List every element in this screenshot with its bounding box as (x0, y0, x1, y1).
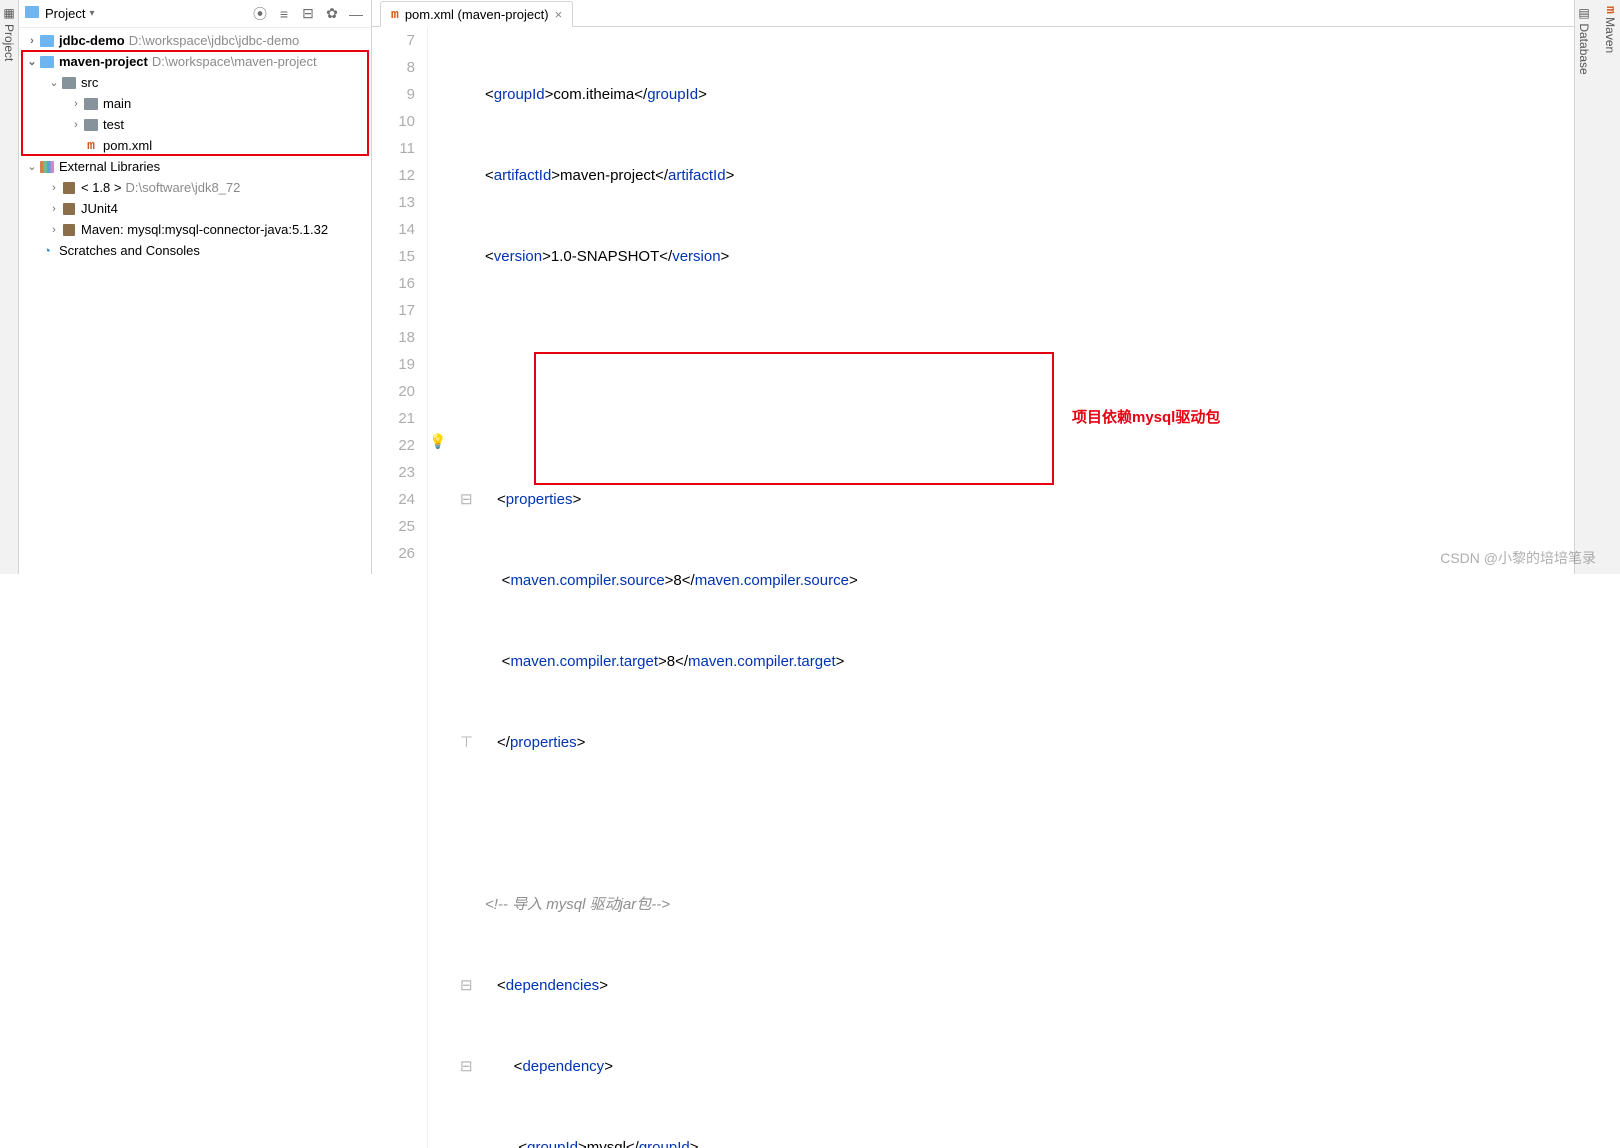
library-icon (61, 222, 77, 238)
module-icon (39, 33, 55, 49)
chevron-right-icon[interactable]: › (47, 224, 61, 236)
code-line: <!-- 导入 mysql 驱动jar包--> (460, 891, 1620, 918)
sidebar-title[interactable]: Project ▾ (45, 6, 95, 21)
hide-icon[interactable]: — (347, 5, 365, 23)
tree-node-maven-lib[interactable]: › Maven: mysql:mysql-connector-java:5.1.… (19, 219, 371, 240)
library-icon (61, 201, 77, 217)
code-line: ⊟ <properties> (460, 486, 1620, 513)
file-tab-pom[interactable]: m pom.xml (maven-project) × (380, 1, 573, 27)
code-line: <artifactId>maven-project</artifactId> (460, 162, 1620, 189)
close-tab-icon[interactable]: × (555, 7, 563, 22)
maven-file-icon: m (391, 7, 399, 22)
node-label: maven-project (59, 54, 148, 69)
project-sidebar: Project ▾ ⦿ ≡ ⊟ ✿ — › jdbc-demo D:\works… (19, 0, 372, 574)
chevron-down-icon[interactable]: ⌄ (25, 160, 39, 173)
intention-bulb-icon[interactable]: 💡 (429, 433, 446, 450)
expand-all-icon[interactable]: ≡ (275, 5, 293, 23)
folder-icon (61, 75, 77, 91)
tab-label: pom.xml (maven-project) (405, 7, 549, 22)
maven-icon: m (1603, 6, 1618, 14)
sidebar-header: Project ▾ ⦿ ≡ ⊟ ✿ — (19, 0, 371, 28)
node-label: JUnit4 (81, 201, 118, 216)
tree-node-jdbc-demo[interactable]: › jdbc-demo D:\workspace\jdbc\jdbc-demo (19, 30, 371, 51)
code-line: ⊟ <dependencies> (460, 972, 1620, 999)
project-tree: › jdbc-demo D:\workspace\jdbc\jdbc-demo … (19, 28, 371, 574)
code-line (460, 405, 1620, 432)
code-line (460, 324, 1620, 351)
library-icon (61, 180, 77, 196)
project-tool-icon: ▦ (2, 6, 16, 20)
editor-tabs: m pom.xml (maven-project) × (372, 0, 1620, 27)
node-label: main (103, 96, 131, 111)
right-tool-tabs: ▤ Database m Maven (1574, 0, 1620, 574)
node-label: src (81, 75, 98, 90)
node-path: D:\software\jdk8_72 (125, 180, 240, 195)
code-line (460, 810, 1620, 837)
node-label: jdbc-demo (59, 33, 125, 48)
scratch-icon: ◔ (39, 243, 55, 259)
project-dropdown-icon[interactable] (25, 6, 39, 21)
left-tool-tab-project[interactable]: ▦ Project (0, 0, 19, 574)
annotation-text: 项目依赖mysql驱动包 (1072, 404, 1220, 431)
editor-body[interactable]: 7891011121314151617181920212223242526 💡 … (372, 27, 1620, 1148)
chevron-right-icon[interactable]: › (47, 182, 61, 194)
code-line: <groupId>mysql</groupId> (460, 1134, 1620, 1148)
chevron-down-icon[interactable]: ⌄ (47, 76, 61, 89)
node-path: D:\workspace\maven-project (152, 54, 317, 69)
code-line: <maven.compiler.target>8</maven.compiler… (460, 648, 1620, 675)
tree-node-junit[interactable]: › JUnit4 (19, 198, 371, 219)
code-line: <maven.compiler.source>8</maven.compiler… (460, 567, 1620, 594)
folder-icon (83, 96, 99, 112)
settings-icon[interactable]: ✿ (323, 5, 341, 23)
editor-area: m pom.xml (maven-project) × 789101112131… (372, 0, 1620, 574)
code-line: ⊤ </properties> (460, 729, 1620, 756)
gutter-icon-column: 💡 (428, 27, 452, 1148)
maven-file-icon: m (83, 138, 99, 154)
node-label: Scratches and Consoles (59, 243, 200, 258)
node-label: Maven: mysql:mysql-connector-java:5.1.32 (81, 222, 328, 237)
code-line: <groupId>com.itheima</groupId> (460, 81, 1620, 108)
left-tab-label: Project (2, 24, 16, 61)
node-label: test (103, 117, 124, 132)
tree-node-maven-project[interactable]: ⌄ maven-project D:\workspace\maven-proje… (19, 51, 371, 72)
node-label: < 1.8 > (81, 180, 121, 195)
database-icon: ▤ (1577, 6, 1591, 20)
tree-node-pom[interactable]: m pom.xml (19, 135, 371, 156)
node-path: D:\workspace\jdbc\jdbc-demo (129, 33, 300, 48)
tree-node-jdk[interactable]: › < 1.8 > D:\software\jdk8_72 (19, 177, 371, 198)
chevron-right-icon[interactable]: › (25, 35, 39, 47)
locate-icon[interactable]: ⦿ (251, 5, 269, 23)
chevron-right-icon[interactable]: › (69, 119, 83, 131)
tree-node-external-libraries[interactable]: ⌄ External Libraries (19, 156, 371, 177)
node-label: External Libraries (59, 159, 160, 174)
chevron-down-icon[interactable]: ⌄ (25, 55, 39, 68)
module-icon (39, 54, 55, 70)
right-tab-maven[interactable]: m Maven (1603, 6, 1618, 568)
tree-node-src[interactable]: ⌄ src (19, 72, 371, 93)
tree-node-scratches[interactable]: ◔ Scratches and Consoles (19, 240, 371, 261)
chevron-right-icon[interactable]: › (47, 203, 61, 215)
code-line: <version>1.0-SNAPSHOT</version> (460, 243, 1620, 270)
code-line: ⊟ <dependency> (460, 1053, 1620, 1080)
chevron-right-icon[interactable]: › (69, 98, 83, 110)
folder-icon (83, 117, 99, 133)
libraries-icon (39, 159, 55, 175)
watermark: CSDN @小黎的培培笔录 (1440, 548, 1596, 568)
right-tab-database[interactable]: ▤ Database (1577, 6, 1591, 568)
tree-node-main[interactable]: › main (19, 93, 371, 114)
node-label: pom.xml (103, 138, 152, 153)
line-number-gutter: 7891011121314151617181920212223242526 (372, 27, 428, 1148)
collapse-all-icon[interactable]: ⊟ (299, 5, 317, 23)
code-content[interactable]: <groupId>com.itheima</groupId> <artifact… (452, 27, 1620, 1148)
tree-node-test[interactable]: › test (19, 114, 371, 135)
